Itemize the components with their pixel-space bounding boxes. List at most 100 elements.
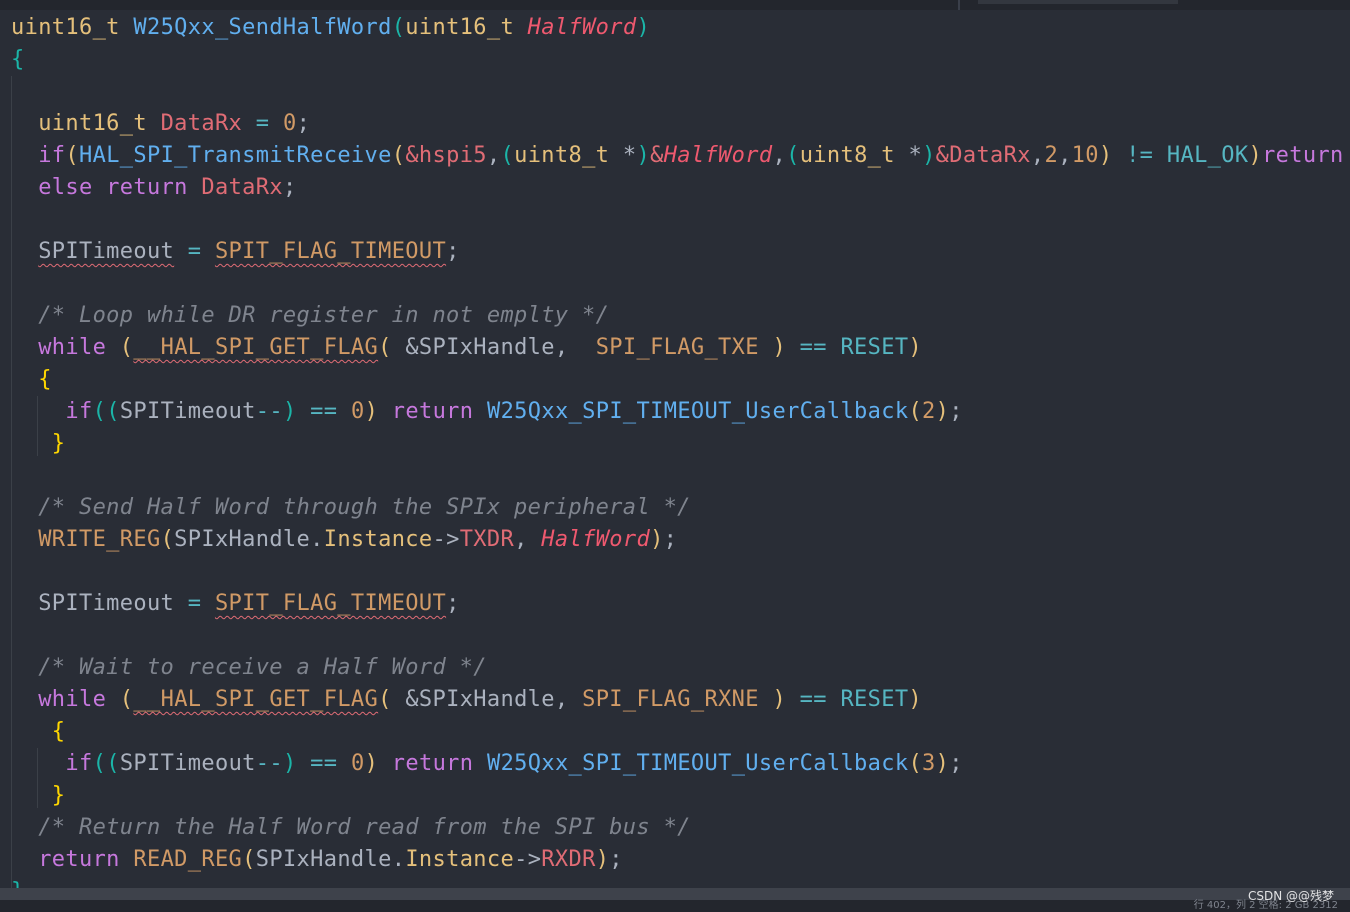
horizontal-scrollbar[interactable]: [0, 888, 1350, 900]
code-line[interactable]: if((SPITimeout--) == 0) return W25Qxx_SP…: [11, 748, 963, 780]
code-line[interactable]: if((SPITimeout--) == 0) return W25Qxx_SP…: [11, 396, 963, 428]
code-token: ): [908, 335, 923, 360]
code-token: while: [38, 687, 107, 712]
code-token: (: [92, 399, 107, 424]
code-token: return: [106, 175, 188, 200]
code-token: =: [174, 239, 215, 264]
code-token: SPIT_FLAG_TIMEOUT: [214, 239, 447, 264]
code-token: READ_REG: [133, 847, 243, 872]
tab-scroll-indicator[interactable]: [978, 0, 1178, 4]
code-line[interactable]: else return DataRx;: [11, 172, 297, 204]
code-line[interactable]: SPITimeout = SPIT_FLAG_TIMEOUT;: [11, 236, 460, 268]
code-token: Instance: [405, 847, 515, 872]
code-token: ->: [514, 847, 542, 872]
code-token: TXDR: [459, 527, 515, 552]
code-token: SPITimeout: [38, 239, 175, 264]
code-token: ): [636, 15, 651, 40]
code-line[interactable]: while (__HAL_SPI_GET_FLAG( &SPIxHandle, …: [11, 684, 922, 716]
code-token: (: [242, 847, 256, 872]
code-token: /* Wait to receive a Half Word */: [11, 655, 487, 680]
code-token: (: [119, 687, 134, 712]
code-token: =: [242, 111, 283, 136]
code-line[interactable]: /* Loop while DR register in not emplty …: [11, 300, 609, 332]
code-token: .: [391, 847, 406, 872]
code-token: 2: [1044, 143, 1059, 168]
code-token: SPITimeout: [38, 591, 175, 616]
code-token: !=: [1112, 143, 1167, 168]
code-token: &hspi5: [405, 143, 487, 168]
code-token: RXDR: [541, 847, 596, 872]
code-token: /* Return the Half Word read from the SP…: [11, 815, 691, 840]
code-token: (: [500, 143, 515, 168]
code-token: ,: [486, 143, 501, 168]
code-token: SPIxHandle: [255, 847, 392, 872]
code-token: /* Send Half Word through the SPIx perip…: [11, 495, 691, 520]
code-token: HAL_SPI_TransmitReceive: [79, 143, 392, 168]
code-line[interactable]: {: [11, 716, 65, 748]
code-line[interactable]: {: [11, 44, 25, 76]
code-token: (: [106, 751, 120, 776]
code-token: DataRx: [160, 111, 243, 136]
code-editor[interactable]: uint16_t W25Qxx_SendHalfWord(uint16_t Ha…: [0, 0, 1350, 912]
code-token: uint8_t: [799, 143, 895, 168]
code-token: ;: [296, 111, 311, 136]
tab-divider: [958, 0, 960, 10]
code-token: return: [38, 847, 120, 872]
code-token: ==: [296, 751, 351, 776]
code-line[interactable]: uint16_t DataRx = 0;: [11, 108, 310, 140]
code-token: ,: [554, 335, 596, 360]
code-line[interactable]: {: [11, 364, 52, 396]
code-token: SPITimeout: [119, 751, 256, 776]
code-token: __HAL_SPI_GET_FLAG: [133, 687, 379, 712]
code-line[interactable]: WRITE_REG(SPIxHandle.Instance->TXDR, Hal…: [11, 524, 677, 556]
code-line[interactable]: if(HAL_SPI_TransmitReceive(&hspi5,(uint8…: [11, 140, 1350, 172]
code-token: DataRx: [201, 175, 283, 200]
code-line[interactable]: /* Return the Half Word read from the SP…: [11, 812, 691, 844]
code-line[interactable]: uint16_t W25Qxx_SendHalfWord(uint16_t Ha…: [11, 12, 650, 44]
code-token: ;: [446, 239, 460, 264]
code-token: &SPIxHandle: [391, 335, 555, 360]
code-token: ): [758, 687, 787, 712]
code-token: uint16_t: [38, 111, 147, 136]
code-token: HalfWord: [541, 527, 651, 552]
code-token: ;: [949, 399, 963, 424]
code-token: (: [391, 143, 406, 168]
code-token: W25Qxx_SPI_TIMEOUT_UserCallback: [486, 751, 909, 776]
code-token: (: [106, 399, 120, 424]
code-token: --: [255, 751, 283, 776]
editor-tab-strip: [0, 0, 1350, 10]
code-line[interactable]: }: [11, 780, 65, 812]
code-token: ): [935, 399, 950, 424]
code-token: 3: [922, 751, 936, 776]
code-line[interactable]: SPITimeout = SPIT_FLAG_TIMEOUT;: [11, 588, 460, 620]
code-line[interactable]: }: [11, 428, 65, 460]
code-line[interactable]: return READ_REG(SPIxHandle.Instance->RXD…: [11, 844, 623, 876]
code-token: ): [1248, 143, 1263, 168]
code-line[interactable]: while (__HAL_SPI_GET_FLAG( &SPIxHandle, …: [11, 332, 922, 364]
code-token: 0: [350, 399, 365, 424]
code-token: (: [908, 751, 923, 776]
code-line[interactable]: /* Wait to receive a Half Word */: [11, 652, 487, 684]
code-token: HAL_OK: [1166, 143, 1249, 168]
code-token: W25Qxx_SendHalfWord: [133, 15, 392, 40]
code-line[interactable]: /* Send Half Word through the SPIx perip…: [11, 492, 691, 524]
code-token: &: [650, 143, 664, 168]
code-token: if: [65, 399, 93, 424]
code-token: {: [51, 719, 66, 744]
code-token: &DataRx: [935, 143, 1031, 168]
code-token: {: [11, 47, 25, 72]
code-token: (: [119, 335, 134, 360]
